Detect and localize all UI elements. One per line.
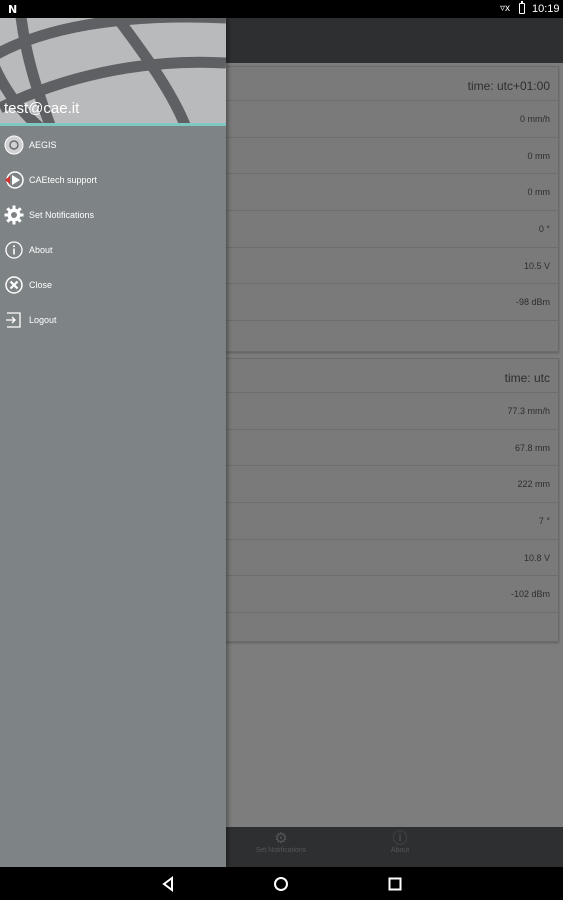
bottom-nav-label: About	[390, 847, 410, 854]
reading-value: 67.8 mm	[514, 442, 550, 453]
drawer-item-label: Logout	[29, 315, 57, 325]
drawer-item-set-notifications[interactable]: Set Notifications	[0, 198, 226, 233]
account-email: test@cae.it	[4, 100, 80, 117]
reading-value: 222 mm	[517, 479, 550, 490]
reading-row-rain: 0 mm	[217, 138, 558, 175]
reading-value: 0 mm	[527, 150, 551, 161]
info-icon	[5, 241, 23, 259]
reading-value: 0 mm/h	[519, 114, 550, 124]
drawer-item-label: Set Notifications	[29, 210, 95, 220]
info-icon: ⓘ	[392, 830, 408, 847]
reading-row-rain-total: 222 mm	[217, 466, 558, 504]
drawer-item-label: AEGIS	[29, 140, 57, 150]
bottom-nav-label: Set Notifications	[255, 847, 307, 854]
drawer-menu: AEGIS CAEtech support Set Notifications …	[0, 128, 226, 338]
drawer-item-label: About	[29, 245, 53, 255]
signal-icon: ▿x	[500, 3, 511, 14]
reading-row-signal: -98 dBm	[217, 284, 558, 322]
reading-value: -102 dBm	[510, 589, 550, 600]
timezone-label: time: utc+01:00	[467, 79, 550, 93]
bottom-nav-about[interactable]: ⓘ About	[380, 830, 420, 855]
drawer-header: test@cae.it	[0, 18, 226, 125]
close-circle-icon	[5, 276, 23, 294]
reading-value: -98 dBm	[515, 297, 550, 308]
aegis-logo-icon	[4, 135, 24, 155]
reading-row-signal: -102 dBm	[217, 576, 558, 614]
home-icon[interactable]	[272, 875, 290, 893]
recents-icon[interactable]	[386, 875, 404, 893]
reading-row-rain-rate: 77.3 mm/h	[217, 393, 558, 430]
drawer-item-caetech-support[interactable]: CAEtech support	[0, 163, 226, 198]
drawer-item-logout[interactable]: Logout	[0, 303, 226, 338]
card-header: time: utc+01:00	[217, 67, 558, 101]
reading-row-voltage: 10.5 V	[217, 248, 558, 285]
station-card-1[interactable]: time: utc+01:00 0 mm/h 0 mm 0 mm 0 ° 10.…	[216, 66, 559, 352]
reading-row-rain-rate: 0 mm/h	[217, 101, 558, 138]
support-play-icon	[5, 171, 24, 189]
logout-icon	[6, 312, 21, 328]
reading-row-angle: 0 °	[217, 211, 558, 248]
bottom-nav-set-notifications[interactable]: ⚙ Set Notifications	[246, 830, 316, 855]
status-bar: N ▿x 10:19	[0, 0, 563, 18]
notification-n-icon: N	[8, 3, 18, 16]
drawer-item-label: CAEtech support	[29, 175, 98, 185]
drawer-item-aegis[interactable]: AEGIS	[0, 128, 226, 163]
reading-value: 0 mm	[527, 187, 551, 198]
reading-value: 0 °	[538, 224, 550, 235]
card-header: time: utc	[217, 359, 558, 393]
battery-icon	[519, 1, 525, 14]
clock: 10:19	[532, 3, 560, 15]
system-nav-bar	[0, 867, 563, 900]
gear-icon: ⚙	[274, 830, 288, 847]
reading-value: 10.8 V	[523, 552, 550, 563]
drawer-item-about[interactable]: About	[0, 233, 226, 268]
reading-row-voltage: 10.8 V	[217, 540, 558, 577]
gear-icon	[4, 205, 24, 225]
reading-value: 77.3 mm/h	[507, 406, 550, 416]
reading-row-rain: 67.8 mm	[217, 430, 558, 467]
navigation-drawer: test@cae.it AEGIS CAEtech support Set No…	[0, 18, 226, 867]
accent-divider	[0, 123, 226, 126]
drawer-item-close[interactable]: Close	[0, 268, 226, 303]
reading-value: 7 °	[538, 516, 550, 527]
drawer-item-label: Close	[29, 280, 53, 290]
back-icon[interactable]	[159, 875, 177, 893]
station-card-2[interactable]: time: utc 77.3 mm/h 67.8 mm 222 mm 7 ° 1…	[216, 358, 559, 642]
reading-row-angle: 7 °	[217, 503, 558, 540]
reading-value: 10.5 V	[523, 260, 550, 271]
timezone-label: time: utc	[504, 371, 550, 385]
reading-row-rain-total: 0 mm	[217, 174, 558, 212]
